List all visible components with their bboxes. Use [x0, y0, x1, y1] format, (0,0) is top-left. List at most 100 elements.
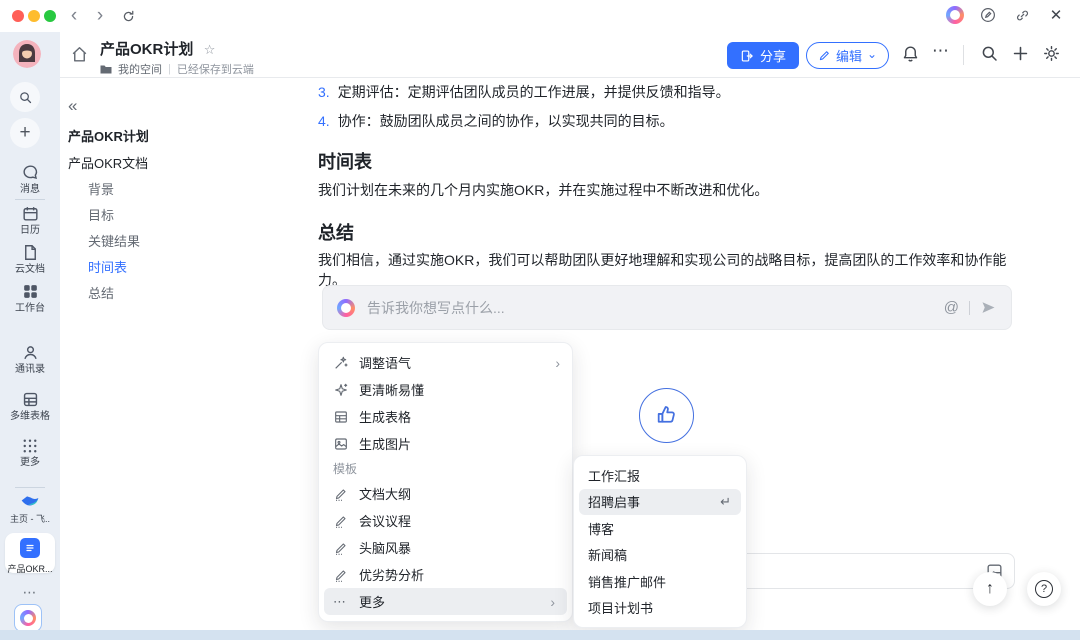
list-number: 3. [318, 84, 330, 100]
submenu-arrow-icon: › [555, 355, 560, 371]
ai-input-box[interactable]: 告诉我你想写点什么... @ [322, 285, 1012, 330]
sidebar-plus-icon[interactable]: + [10, 118, 40, 148]
gear-icon[interactable] [1042, 44, 1061, 63]
ai-ring-icon [337, 299, 355, 317]
tone-wand-icon [333, 355, 349, 371]
doc-title: 产品OKR计划 [100, 38, 193, 59]
titlebar: ‹ › ✕ [0, 0, 1080, 32]
notifications-icon[interactable] [901, 44, 920, 63]
section-heading-timeline: 时间表 [318, 148, 372, 174]
sidebar-item-contacts[interactable]: 通讯录 [0, 343, 60, 375]
outline-doc-title[interactable]: 产品OKR文档 [68, 153, 148, 172]
help-button[interactable]: ? [1027, 572, 1061, 606]
sidebar-item-calendar[interactable]: 日历 [0, 204, 60, 236]
image-icon [333, 436, 349, 452]
search-icon[interactable] [980, 44, 999, 63]
thumbs-up-icon [654, 403, 679, 428]
nav-forward-icon[interactable]: › [88, 4, 112, 28]
menu-item-meeting-agenda[interactable]: 会议议程 [319, 507, 572, 534]
scroll-to-top-button[interactable]: ↑ [973, 572, 1007, 606]
sidebar-item-messages[interactable]: 消息 [0, 163, 60, 195]
share-button[interactable]: 分享 [727, 42, 799, 69]
window-close-light[interactable] [12, 10, 24, 22]
list-item: 3.定期评估：定期评估团队成员的工作进展，并提供反馈和指导。 [318, 82, 1018, 102]
sparkle-icon [333, 382, 349, 398]
feishu-logo-icon [20, 494, 40, 512]
ai-assistant-icon[interactable] [946, 6, 964, 24]
sidebar-search-icon[interactable] [10, 82, 40, 112]
outline-item-background[interactable]: 背景 [88, 179, 114, 198]
home-icon[interactable] [70, 45, 89, 64]
create-new-icon[interactable] [1011, 44, 1030, 63]
more-actions-icon[interactable]: ⋯ [932, 41, 949, 61]
sidebar-ai-app-icon[interactable] [14, 604, 42, 632]
input-divider [969, 301, 970, 315]
menu-item-generate-image[interactable]: 生成图片 [319, 430, 572, 457]
sidebar-item-bitable[interactable]: 多维表格 [0, 390, 60, 422]
pen-circle-icon[interactable] [978, 5, 998, 25]
sidebar-item-clouddocs[interactable]: 云文档 [0, 243, 60, 275]
outline-title[interactable]: 产品OKR计划 [68, 126, 149, 145]
menu-item-generate-table[interactable]: 生成表格 [319, 403, 572, 430]
section-body: 我们相信，通过实施OKR，我们可以帮助团队更好地理解和实现公司的战略目标，提高团… [318, 250, 1020, 290]
submenu-item-work-report[interactable]: 工作汇报 [574, 462, 746, 489]
sidebar-item-active-doc[interactable]: 产品OKR... [5, 533, 55, 573]
template-pencil-icon [333, 540, 349, 556]
app-sidebar: + 消息 日历 云文档 工作台 通讯录 多维表格 更多 主页 - 飞.. 产品O… [0, 32, 60, 630]
table-icon [333, 409, 349, 425]
outline-item-goal[interactable]: 目标 [88, 205, 114, 224]
mention-icon[interactable]: @ [944, 299, 959, 316]
submenu-item-sales-email[interactable]: 销售推广邮件 [574, 568, 746, 595]
header-divider [963, 45, 964, 65]
dots-grid-icon [21, 437, 39, 455]
submenu-item-blog[interactable]: 博客 [574, 515, 746, 542]
submenu-item-project-plan[interactable]: 项目计划书 [574, 595, 746, 622]
menu-item-more[interactable]: ⋯ 更多 › [324, 588, 567, 615]
submenu-arrow-icon: › [550, 594, 555, 610]
window-minimize-light[interactable] [28, 10, 40, 22]
avatar[interactable] [13, 40, 41, 68]
ai-actions-menu: 调整语气 › 更清晰易懂 生成表格 生成图片 模板 文档大纲 会议议程 头脑风暴… [318, 342, 573, 622]
send-icon[interactable] [980, 299, 997, 316]
doc-header: 产品OKR计划 ☆ 我的空间 | 已经保存到云端 分享 编辑 ⌄ ⋯ [60, 32, 1080, 78]
space-name[interactable]: 我的空间 [118, 61, 162, 77]
ai-input-placeholder[interactable]: 告诉我你想写点什么... [367, 298, 944, 318]
link-icon[interactable] [1012, 5, 1032, 25]
sidebar-item-feishu-home[interactable]: 主页 - 飞.. [0, 494, 60, 525]
menu-item-swot[interactable]: 优劣势分析 [319, 561, 572, 588]
templates-submenu: 工作汇报 招聘启事 ↵ 博客 新闻稿 销售推广邮件 项目计划书 [573, 455, 747, 628]
outline-item-timeline-active[interactable]: 时间表 [88, 257, 127, 276]
star-icon[interactable]: ☆ [204, 42, 216, 58]
close-icon[interactable]: ✕ [1046, 5, 1066, 25]
outline-item-summary[interactable]: 总结 [88, 283, 114, 302]
submenu-item-job-posting[interactable]: 招聘启事 ↵ [579, 489, 741, 516]
menu-item-doc-outline[interactable]: 文档大纲 [319, 480, 572, 507]
sidebar-item-more[interactable]: 更多 [0, 437, 60, 468]
table-grid-icon [21, 390, 40, 409]
menu-item-adjust-tone[interactable]: 调整语气 › [319, 349, 572, 376]
section-body: 我们计划在未来的几个月内实施OKR，并在实施过程中不断改进和优化。 [318, 180, 1020, 200]
sidebar-item-workbench[interactable]: 工作台 [0, 282, 60, 314]
workbench-grid-icon [21, 282, 40, 301]
person-icon [21, 343, 40, 362]
outline-item-key-results[interactable]: 关键结果 [88, 231, 140, 250]
submenu-item-press-release[interactable]: 新闻稿 [574, 542, 746, 569]
sidebar-ellipsis-icon[interactable]: ⋯ [0, 584, 60, 601]
separator: | [168, 63, 171, 75]
list-item: 4.协作：鼓励团队成员之间的协作，以实现共同的目标。 [318, 111, 1018, 131]
collapse-outline-icon[interactable]: « [68, 96, 77, 116]
pencil-icon [818, 49, 831, 62]
menu-item-clarify[interactable]: 更清晰易懂 [319, 376, 572, 403]
ellipsis-icon: ⋯ [333, 594, 349, 610]
template-pencil-icon [333, 486, 349, 502]
template-pencil-icon [333, 567, 349, 583]
window-zoom-light[interactable] [44, 10, 56, 22]
edit-mode-button[interactable]: 编辑 ⌄ [806, 42, 889, 69]
sidebar-divider [15, 199, 45, 200]
refresh-icon[interactable] [116, 4, 140, 28]
list-number: 4. [318, 113, 330, 129]
menu-item-brainstorm[interactable]: 头脑风暴 [319, 534, 572, 561]
thumbs-up-button[interactable] [639, 388, 694, 443]
nav-back-icon[interactable]: ‹ [62, 4, 86, 28]
menu-section-templates: 模板 [319, 457, 572, 480]
